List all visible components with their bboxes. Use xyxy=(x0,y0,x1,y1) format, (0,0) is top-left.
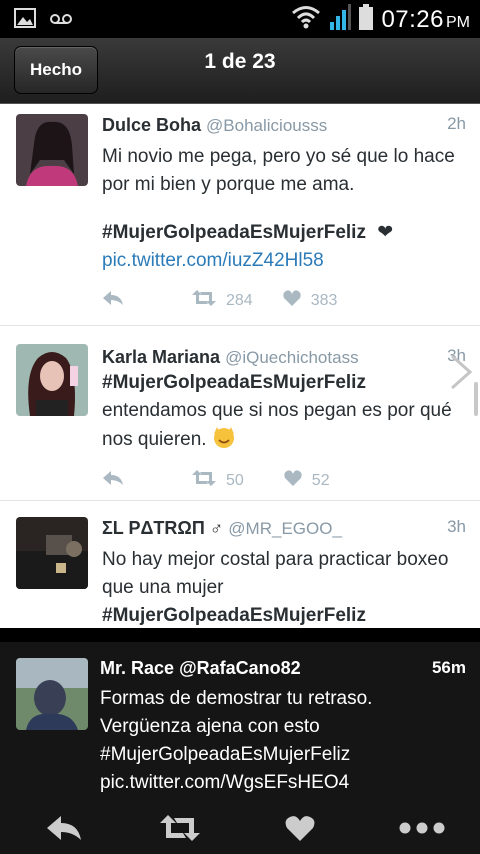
tweet-text: No hay mejor costal para practicar boxeo… xyxy=(102,549,449,598)
wifi-icon xyxy=(291,5,321,34)
retweet-count: 284 xyxy=(226,291,253,309)
avatar xyxy=(16,658,88,730)
chevron-right-icon[interactable] xyxy=(446,354,474,390)
tweet-hashtag[interactable]: #MujerGolpeadaEsMujerFeliz xyxy=(102,372,366,393)
main-tweet-panel: Mr. Race @RafaCano82 56m Formas de demos… xyxy=(0,628,480,854)
voicemail-icon xyxy=(50,12,72,30)
more-icon[interactable] xyxy=(398,808,446,848)
tweet-author-name: Dulce Boha xyxy=(102,115,202,135)
scrollbar[interactable] xyxy=(474,382,478,416)
tweet-author-name: ΣL PΔTRΩП ♂ xyxy=(102,518,224,538)
tweet-item: Karla Mariana @iQuechichotass 3h #MujerG… xyxy=(0,326,480,501)
clock-time: 07:26 xyxy=(381,5,444,33)
page-counter: 1 de 23 xyxy=(204,50,276,73)
retweet-icon[interactable] xyxy=(192,470,216,491)
tweet-toolbar xyxy=(0,808,480,854)
avatar xyxy=(16,344,88,416)
tweet-hashtag[interactable]: #MujerGolpeadaEsMujerFeliz xyxy=(100,741,466,769)
tweet-author-handle: @iQuechichotass xyxy=(225,348,359,367)
avatar xyxy=(16,114,88,186)
tweet-author-name: Mr. Race xyxy=(100,658,175,678)
tweet-actions: 284 383 xyxy=(102,290,337,311)
battery-icon xyxy=(359,4,374,35)
tweet-hashtag[interactable]: #MujerGolpeadaEsMujerFeliz xyxy=(102,222,366,243)
tweet-author-name: Karla Mariana xyxy=(102,347,221,367)
tweet-text: entendamos que si nos pegan es por qué n… xyxy=(102,400,452,450)
retweet-count: 50 xyxy=(226,471,244,489)
tweet-time: 56m xyxy=(431,658,466,677)
clock-ampm: PM xyxy=(446,13,470,31)
avatar xyxy=(16,517,88,589)
embedded-image: Dulce Boha @Bohaliciousss 2h Mi novio me… xyxy=(0,104,480,628)
tweet-author-handle: @Bohaliciousss xyxy=(206,116,328,135)
tweet-time: 2h xyxy=(447,114,466,133)
retweet-icon[interactable] xyxy=(192,290,216,311)
tweet-media-link[interactable]: pic.twitter.com/iuzZ42Hl58 xyxy=(102,247,466,275)
tweet-text-line: Vergüenza ajena con esto xyxy=(100,716,320,737)
reply-icon[interactable] xyxy=(44,808,84,848)
nav-header: Hecho 1 de 23 xyxy=(0,38,480,104)
retweet-icon[interactable] xyxy=(160,808,200,848)
smile-emoji-icon xyxy=(212,427,236,450)
gallery-notification-icon xyxy=(14,8,36,33)
reply-icon[interactable] xyxy=(102,470,124,491)
like-count: 383 xyxy=(310,291,338,309)
tweet-item: Dulce Boha @Bohaliciousss 2h Mi novio me… xyxy=(0,104,480,326)
status-bar: 07:26 PM xyxy=(0,0,480,38)
tweet-actions: 50 52 xyxy=(102,470,330,491)
like-icon[interactable] xyxy=(280,808,320,848)
signal-icon xyxy=(329,4,352,35)
like-icon[interactable] xyxy=(284,470,302,491)
like-icon[interactable] xyxy=(283,290,301,311)
tweet-media-link[interactable]: pic.twitter.com/WgsEFsHEO4 xyxy=(100,769,466,797)
tweet-text: Mi novio me pega, pero yo sé que lo hace… xyxy=(102,146,455,195)
tweet-author-handle: @RafaCano82 xyxy=(179,658,301,678)
tweet-time: 3h xyxy=(447,517,466,536)
tweet-author-handle: @MR_EGOO_ xyxy=(228,519,342,538)
reply-icon[interactable] xyxy=(102,290,124,311)
tweet-item: ΣL PΔTRΩП ♂ @MR_EGOO_ 3h No hay mejor co… xyxy=(0,501,480,628)
tweet-text-line: Formas de demostrar tu retraso. xyxy=(100,688,373,709)
heart-emoji: ❤ xyxy=(377,222,394,243)
tweet-hashtag[interactable]: #MujerGolpeadaEsMujerFeliz xyxy=(102,605,366,626)
like-count: 52 xyxy=(311,471,330,489)
divider xyxy=(0,628,480,642)
